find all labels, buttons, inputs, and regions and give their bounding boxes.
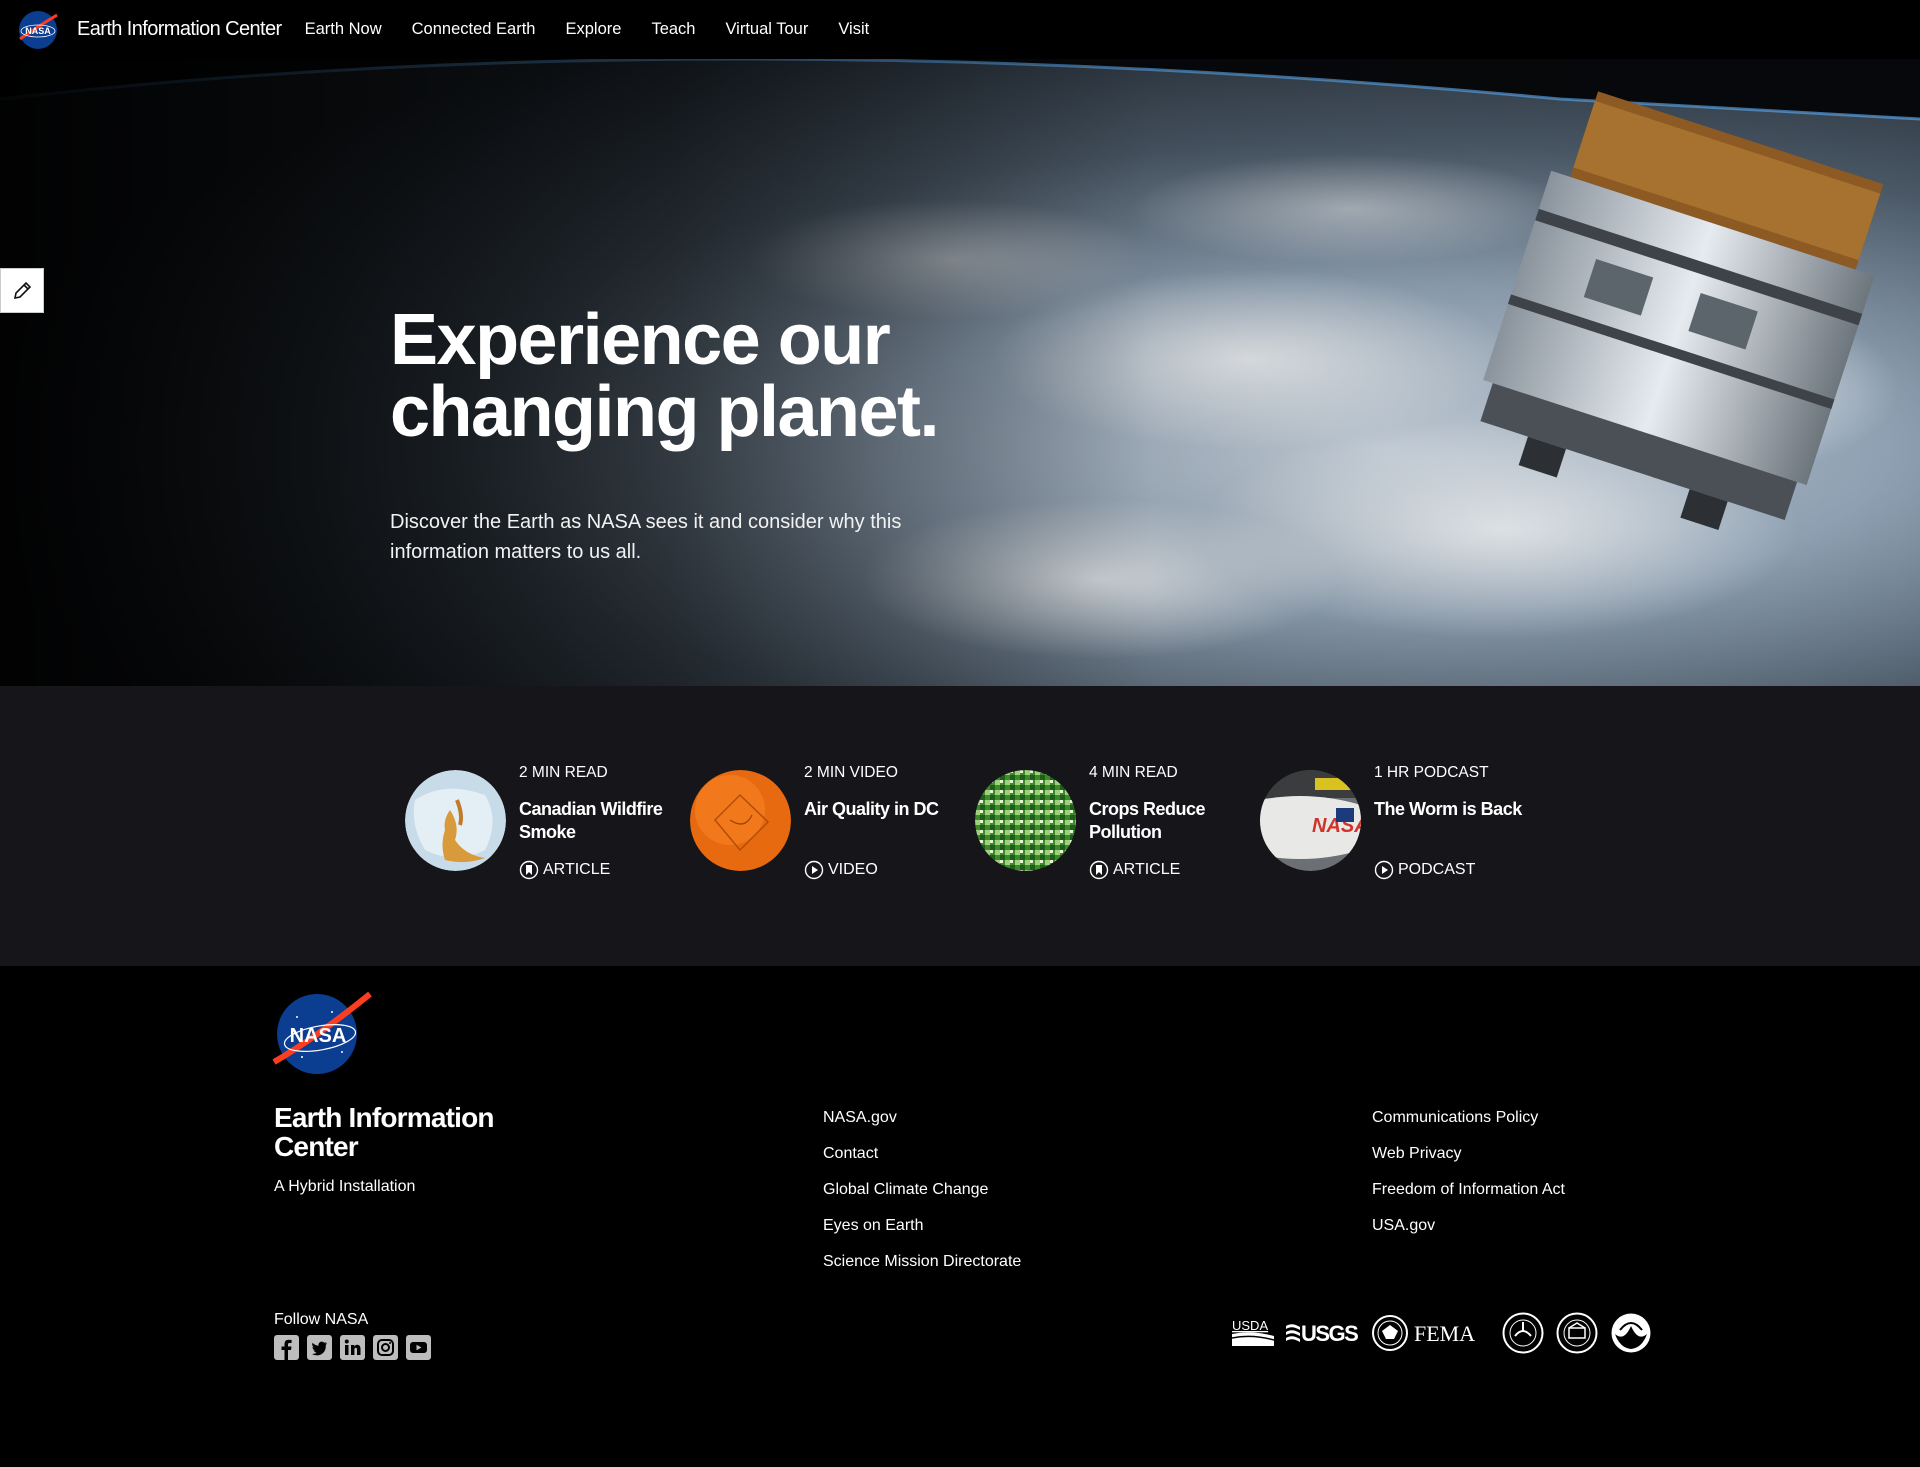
card-type: ARTICLE	[519, 860, 610, 880]
play-icon	[1374, 860, 1394, 880]
nav-link-earth-now[interactable]: Earth Now	[305, 20, 382, 39]
social-links	[274, 1335, 431, 1360]
partner-agencies: USDA USGS FEMA	[1232, 1311, 1664, 1355]
twitter-icon[interactable]	[307, 1335, 332, 1360]
follow-nasa-label: Follow NASA	[274, 1311, 369, 1328]
nav-link-visit[interactable]: Visit	[838, 20, 869, 39]
site-title[interactable]: Earth Information Center	[77, 18, 282, 41]
worm-podcast-thumbnail[interactable]: NASA	[1260, 770, 1361, 871]
crops-pollution-thumbnail[interactable]	[975, 770, 1076, 871]
footer-links-column-1: NASA.gov Contact Global Climate Change E…	[823, 1109, 1021, 1289]
hero-title: Experience our changing planet.	[390, 304, 1090, 448]
footer-link-contact[interactable]: Contact	[823, 1145, 1021, 1181]
nav-link-explore[interactable]: Explore	[565, 20, 621, 39]
nav-link-teach[interactable]: Teach	[651, 20, 695, 39]
nav-link-connected-earth[interactable]: Connected Earth	[412, 20, 536, 39]
svg-text:FEMA: FEMA	[1414, 1321, 1475, 1346]
usgs-logo[interactable]: USGS	[1286, 1318, 1360, 1348]
footer-link-foia[interactable]: Freedom of Information Act	[1372, 1181, 1565, 1217]
army-corps-seal[interactable]	[1556, 1312, 1598, 1354]
feature-card-worm-is-back[interactable]: NASA 1 HR PODCAST The Worm is Back PODCA…	[1260, 764, 1522, 880]
footer-link-eyes-on-earth[interactable]: Eyes on Earth	[823, 1217, 1021, 1253]
edit-button[interactable]	[0, 268, 44, 313]
footer-link-communications-policy[interactable]: Communications Policy	[1372, 1109, 1565, 1145]
footer-title: Earth Information Center	[274, 1102, 495, 1162]
youtube-icon[interactable]	[406, 1335, 431, 1360]
nav-link-virtual-tour[interactable]: Virtual Tour	[725, 20, 808, 39]
card-type: ARTICLE	[1089, 860, 1180, 880]
instagram-icon[interactable]	[373, 1335, 398, 1360]
air-quality-dc-thumbnail[interactable]	[690, 770, 791, 871]
card-type: VIDEO	[804, 860, 878, 880]
feature-card-air-quality-dc[interactable]: 2 MIN VIDEO Air Quality in DC VIDEO	[690, 764, 950, 880]
linkedin-icon[interactable]	[340, 1335, 365, 1360]
card-type: PODCAST	[1374, 860, 1475, 880]
feature-card-wildfire-smoke[interactable]: 2 MIN READ Canadian Wildfire Smoke ARTIC…	[405, 764, 665, 880]
wildfire-smoke-thumbnail[interactable]	[405, 770, 506, 871]
svg-text:NASA: NASA	[290, 1025, 347, 1047]
card-kicker: 2 MIN VIDEO	[804, 764, 898, 781]
nasa-logo[interactable]: NASA	[17, 9, 59, 51]
play-icon	[804, 860, 824, 880]
card-title[interactable]: Canadian Wildfire Smoke	[519, 798, 679, 844]
card-type-label: PODCAST	[1398, 861, 1476, 878]
footer-link-web-privacy[interactable]: Web Privacy	[1372, 1145, 1565, 1181]
hero-title-line1: Experience our	[390, 300, 891, 380]
bookmark-icon	[1089, 860, 1109, 880]
pencil-icon	[13, 281, 32, 299]
card-kicker: 4 MIN READ	[1089, 764, 1178, 781]
footer-link-science-mission-directorate[interactable]: Science Mission Directorate	[823, 1253, 1021, 1289]
site-footer: NASA Earth Information Center A Hybrid I…	[0, 966, 1920, 1467]
hero-subtitle: Discover the Earth as NASA sees it and c…	[390, 511, 902, 563]
card-type-label: ARTICLE	[543, 861, 611, 878]
svg-text:NASA: NASA	[25, 26, 51, 36]
card-title[interactable]: Crops Reduce Pollution	[1089, 798, 1249, 844]
footer-link-nasa-gov[interactable]: NASA.gov	[823, 1109, 1021, 1145]
bookmark-icon	[519, 860, 539, 880]
card-kicker: 1 HR PODCAST	[1374, 764, 1489, 781]
footer-tagline: A Hybrid Installation	[274, 1178, 416, 1195]
facebook-icon[interactable]	[274, 1335, 299, 1360]
nasa-logo[interactable]: NASA	[272, 992, 372, 1076]
top-navigation: NASA Earth Information Center Earth Now …	[0, 0, 1920, 59]
card-type-label: ARTICLE	[1113, 861, 1181, 878]
noaa-logo[interactable]	[1610, 1312, 1652, 1354]
footer-links-column-2: Communications Policy Web Privacy Freedo…	[1372, 1109, 1565, 1253]
footer-link-global-climate-change[interactable]: Global Climate Change	[823, 1181, 1021, 1217]
epa-seal[interactable]	[1502, 1312, 1544, 1354]
featured-content-strip: 2 MIN READ Canadian Wildfire Smoke ARTIC…	[0, 686, 1920, 966]
card-type-label: VIDEO	[828, 861, 878, 878]
card-title[interactable]: The Worm is Back	[1374, 798, 1534, 821]
usda-logo[interactable]: USDA	[1232, 1318, 1274, 1348]
footer-link-usa-gov[interactable]: USA.gov	[1372, 1217, 1565, 1253]
hero-section: Experience our changing planet. Discover…	[0, 59, 1920, 686]
hero-title-line2: changing planet.	[390, 372, 940, 452]
card-title[interactable]: Air Quality in DC	[804, 798, 964, 821]
fema-logo[interactable]: FEMA	[1372, 1313, 1490, 1353]
card-kicker: 2 MIN READ	[519, 764, 608, 781]
svg-text:USGS: USGS	[1301, 1321, 1358, 1346]
svg-text:USDA: USDA	[1232, 1318, 1268, 1333]
feature-card-crops-pollution[interactable]: 4 MIN READ Crops Reduce Pollution ARTICL…	[975, 764, 1235, 880]
